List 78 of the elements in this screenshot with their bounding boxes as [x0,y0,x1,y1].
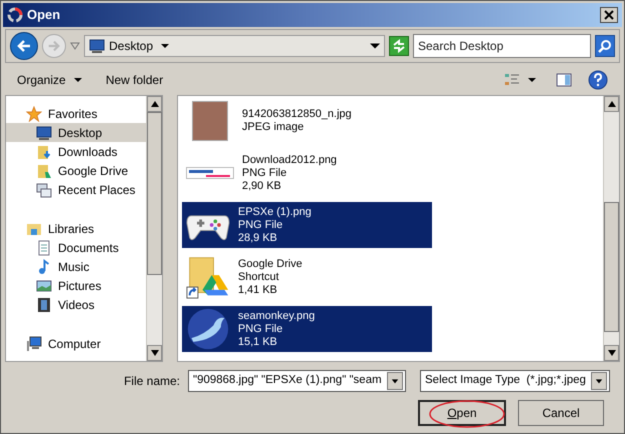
search-button[interactable] [595,35,615,57]
file-name: seamonkey.png [238,310,315,322]
file-type: Shortcut [238,270,280,284]
file-item[interactable]: Google Drive Shortcut 1,41 KB [182,254,432,300]
sidebar-item[interactable]: Desktop [6,123,146,142]
scroll-up-icon[interactable] [608,100,616,108]
cancel-button[interactable]: Cancel [518,400,604,426]
sidebar-item[interactable]: Recent Places [6,180,146,199]
sidebar-item[interactable]: Videos [6,295,146,314]
photo-placeholder [192,101,228,141]
file-type: PNG File [242,166,288,180]
file-type: JPEG image [242,121,305,134]
file-item[interactable]: EPSXe (1).png PNG File 28,9 KB [182,202,432,248]
file-name-label: File name: [124,373,180,390]
app-logo-icon [7,7,23,23]
address-bar[interactable]: Desktop [84,35,385,57]
location-text: Desktop [109,38,154,55]
film-icon [36,296,52,312]
monitor-icon [36,124,52,140]
file-name: Download2012.png [242,154,337,166]
history-dropdown-icon[interactable] [70,42,80,50]
file-size: 1,41 KB [238,284,278,296]
sidebar-group[interactable]: Libraries [6,219,146,238]
file-size: 15,1 KB [238,336,278,348]
file-name-field[interactable]: "909868.jpg" "EPSXe (1).png" "seam [188,370,406,392]
sidebar-item[interactable]: Documents [6,238,146,257]
new-folder-button[interactable]: New folder [106,71,164,89]
back-button[interactable] [10,32,38,60]
file-item[interactable]: Download2012.png PNG File 2,90 KB [182,150,432,196]
folder-download-icon [36,144,52,160]
view-options-icon[interactable] [504,72,520,88]
open-button[interactable]: Open [418,400,506,426]
scroll-down-icon[interactable] [150,349,158,357]
shortcut-folder-icon [186,255,230,299]
back-arrow-icon [16,38,32,54]
folder-icon [36,162,52,178]
recent-places-icon [36,182,52,198]
organize-button[interactable]: Organize [17,71,82,89]
sidebar-item[interactable]: Downloads [6,142,146,161]
scroll-down-icon[interactable] [608,349,616,357]
file-type: PNG File [238,218,284,232]
file-size: 28,9 KB [238,232,278,244]
sidebar-group[interactable]: Computer [6,334,146,353]
refresh-button[interactable] [389,36,409,56]
sidebar-item[interactable]: Music [6,257,146,276]
document-icon [36,240,52,256]
caret-icon [74,76,82,84]
music-note-icon [36,258,52,274]
file-name: Google Drive [238,258,302,270]
close-icon [604,10,614,20]
caret-icon[interactable] [161,42,170,50]
help-icon[interactable] [588,70,608,90]
file-item[interactable]: seamonkey.png PNG File 15,1 KB [182,306,432,352]
file-type-dropdown[interactable]: Select Image Type (*.jpg;*.jpeg [420,370,610,392]
search-icon [598,39,612,53]
bird-logo-icon [186,307,230,351]
caret-icon[interactable] [370,41,380,51]
computer-icon [26,336,42,352]
caret-icon[interactable] [528,76,536,84]
scroll-up-icon[interactable] [150,100,158,108]
search-field[interactable]: Search Desktop [413,34,591,58]
picture-icon [36,278,52,294]
file-name: EPSXe (1).png [238,206,312,218]
refresh-arrows-icon [392,39,406,53]
file-size: 2,90 KB [242,180,282,192]
star-icon [26,106,42,122]
sidebar-group[interactable]: Favorites [6,104,146,123]
file-type: PNG File [238,322,284,336]
preview-pane-icon[interactable] [556,72,572,88]
forward-arrow-icon [47,39,61,53]
window-title: Open [27,6,60,24]
file-item[interactable]: 9142063812850_n.jpg JPEG image [182,98,432,144]
monitor-icon [89,38,105,54]
file-name: 9142063812850_n.jpg [242,108,352,121]
sidebar-item[interactable]: Pictures [6,276,146,295]
close-button[interactable] [600,7,618,23]
banner-thumbnail-icon [186,167,234,179]
sidebar-item[interactable]: Google Drive [6,161,146,180]
